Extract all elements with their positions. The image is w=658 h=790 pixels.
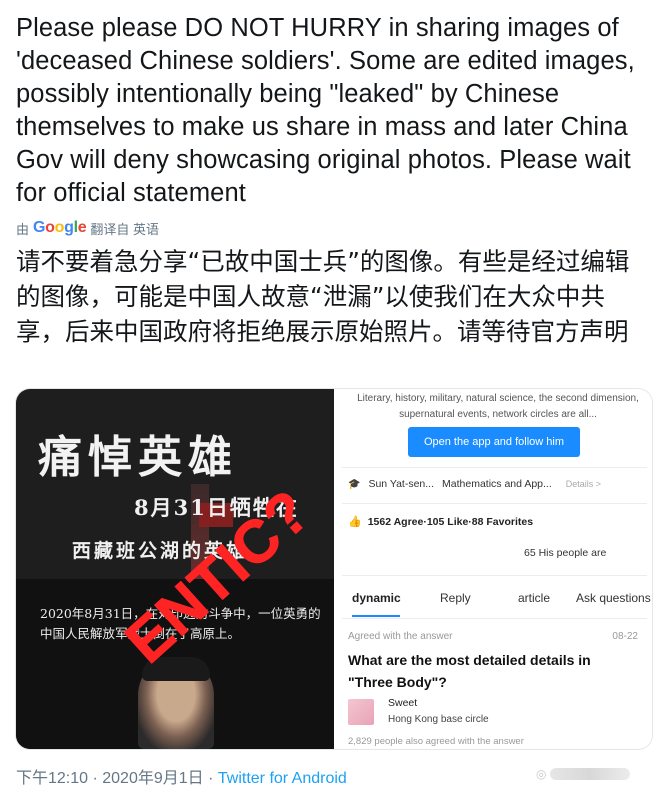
translated-tweet-text: 请不要着急分享“已故中国士兵”的图像。有些是经过编辑的图像，可能是中国人故意“泄… [16,247,630,346]
people-count: 65 His people are [524,547,607,559]
tab-ask-questions[interactable]: Ask questions [576,591,651,605]
user-circle: Hong Kong base circle [388,714,489,725]
divider [342,503,647,504]
user-name[interactable]: Sweet [388,697,417,709]
weibo-watermark: ◎ [536,764,644,784]
app-screenshot-image[interactable]: Literary, history, military, natural sci… [334,389,652,749]
tweet-metadata: 下午12:10 · 2020年9月1日 · Twitter for Androi… [16,764,347,788]
follow-button[interactable]: Open the app and follow him [408,427,580,457]
field-name: Mathematics and App... [442,478,552,490]
tab-dynamic[interactable]: dynamic [352,591,401,605]
profile-school-row: 🎓 Sun Yat-sen... Mathematics and App... … [348,478,648,490]
divider [342,575,647,576]
google-logo: Google [33,219,87,236]
question-title[interactable]: What are the most detailed details in "T… [348,649,638,693]
tab-article[interactable]: article [518,591,550,605]
tweet-source-link[interactable]: Twitter for Android [218,770,347,787]
avatar[interactable] [348,699,374,725]
activity-date: 08-22 [612,631,638,642]
memorial-image[interactable]: 痛悼英雄 8月31日牺牲在 西藏班公湖的英雄 2020年8月31日，在对印边防斗… [16,389,334,749]
details-link[interactable]: Details > [566,479,601,489]
agreed-label: Agreed with the answer [348,631,453,642]
divider [342,618,647,619]
translation-attribution[interactable]: 由 Google 翻译自 英语 [16,218,159,238]
also-agreed-count: 2,829 people also agreed with the answer [348,736,524,747]
active-tab-underline [352,615,400,617]
school-name: Sun Yat-sen... [368,478,435,490]
memorial-title: 痛悼英雄 [38,432,238,483]
weibo-icon: ◎ [536,767,547,781]
agree-stats: 1562 Agree·105 Like·88 Favorites [367,515,534,528]
profile-tabs: dynamic Reply article Ask questions [334,591,652,613]
translate-prefix: 由 [16,221,30,237]
profile-intro: Literary, history, military, natural sci… [357,393,639,420]
tab-reply[interactable]: Reply [440,591,471,605]
watermark-blur [550,768,631,780]
agree-stats-row: 👍 1562 Agree·105 Like·88 Favorites [348,515,534,529]
activity-header: Agreed with the answer 08-22 [348,631,648,642]
tweet-media[interactable]: 痛悼英雄 8月31日牺牲在 西藏班公湖的英雄 2020年8月31日，在对印边防斗… [16,389,652,749]
thumbs-up-icon: 👍 [348,516,362,528]
divider [342,467,647,468]
graduation-cap-icon: 🎓 [348,478,361,490]
tweet-timestamp[interactable]: 下午12:10 · 2020年9月1日 · [16,770,218,787]
translate-suffix: 翻译自 英语 [90,221,160,237]
tweet-text: Please please DO NOT HURRY in sharing im… [16,14,635,207]
